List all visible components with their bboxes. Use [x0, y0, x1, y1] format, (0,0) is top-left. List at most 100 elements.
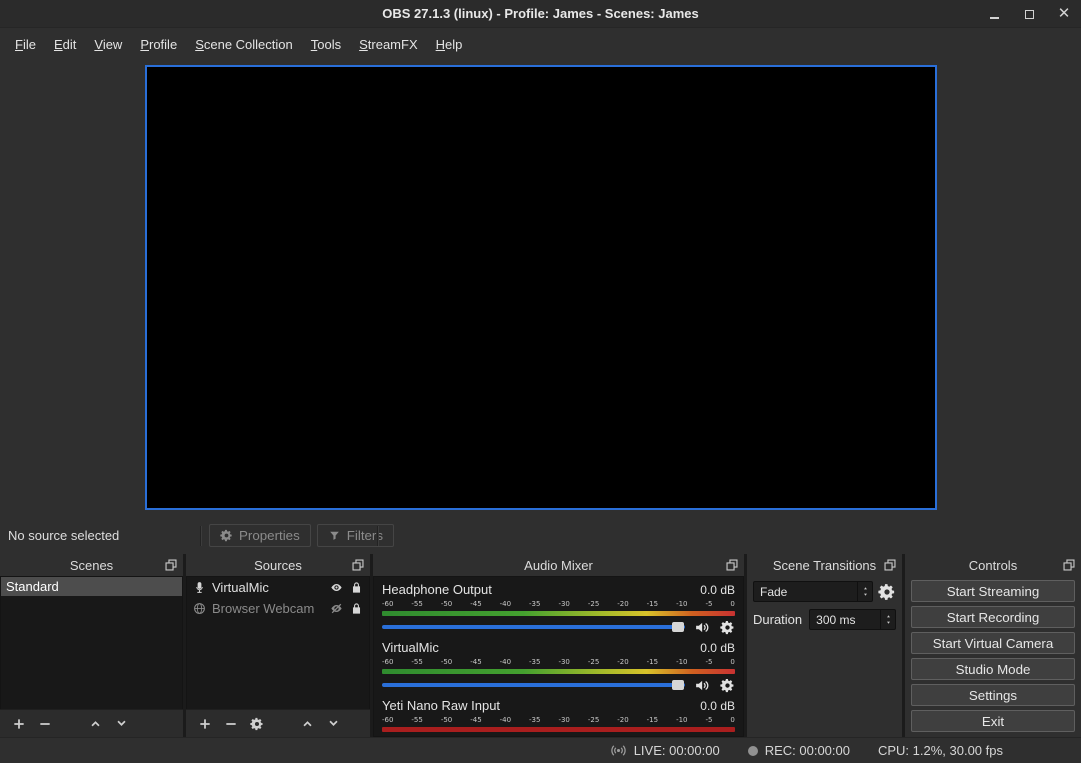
volume-meter	[382, 611, 735, 616]
remove-scene-button[interactable]	[37, 716, 52, 731]
popout-icon[interactable]	[1062, 558, 1076, 572]
studio-mode-button[interactable]: Studio Mode	[911, 658, 1075, 680]
speaker-icon[interactable]	[694, 677, 711, 694]
volume-slider-handle[interactable]	[672, 622, 684, 632]
source-name: Browser Webcam	[212, 601, 324, 616]
menu-scene-collection[interactable]: Scene Collection	[186, 33, 302, 56]
filter-icon	[328, 529, 341, 542]
rec-time-label: REC: 00:00:00	[765, 743, 850, 758]
popout-icon[interactable]	[725, 558, 739, 572]
meter-scale-label: -40	[500, 658, 511, 667]
duration-label: Duration	[753, 612, 802, 627]
minus-icon	[224, 717, 238, 731]
gear-icon	[250, 717, 264, 731]
meter-scale-label: -45	[470, 658, 481, 667]
lock-icon[interactable]	[350, 602, 363, 615]
gear-icon[interactable]	[720, 620, 735, 635]
dock-area: Scenes Standard Sources VirtualMic	[0, 554, 1081, 737]
minus-icon	[38, 717, 52, 731]
meter-scale-label: -20	[617, 716, 628, 725]
channel-level-label: 0.0 dB	[700, 641, 735, 655]
gear-icon	[220, 529, 233, 542]
meter-scale-label: -5	[705, 600, 712, 609]
meter-scale-label: -10	[676, 716, 687, 725]
chevron-down-icon	[327, 717, 340, 730]
visibility-eye-icon[interactable]	[330, 581, 343, 594]
source-move-down-button[interactable]	[326, 716, 341, 731]
properties-button[interactable]: Properties	[209, 524, 311, 547]
gear-icon[interactable]	[720, 678, 735, 693]
menu-streamfx[interactable]: StreamFX	[350, 33, 427, 56]
start-recording-button[interactable]: Start Recording	[911, 606, 1075, 628]
chevron-up-icon	[301, 717, 314, 730]
audio-mixer-dock: Audio Mixer Headphone Output 0.0 dB -60-…	[373, 554, 744, 737]
source-item-virtualmic[interactable]: VirtualMic	[187, 577, 369, 598]
settings-button[interactable]: Settings	[911, 684, 1075, 706]
properties-label: Properties	[239, 528, 300, 543]
popout-icon[interactable]	[164, 558, 178, 572]
add-source-button[interactable]	[197, 716, 212, 731]
popout-icon[interactable]	[883, 558, 897, 572]
chevron-down-icon	[115, 717, 128, 730]
volume-meter	[382, 727, 735, 732]
maximize-button[interactable]	[1022, 7, 1036, 21]
mixer-channel-virtualmic: VirtualMic 0.0 dB -60-55-50-45-40-35-30-…	[382, 641, 735, 693]
remove-source-button[interactable]	[223, 716, 238, 731]
source-properties-button[interactable]	[249, 716, 264, 731]
volume-slider[interactable]	[382, 683, 685, 687]
filters-button[interactable]: Filters	[317, 524, 394, 547]
cpu-status: CPU: 1.2%, 30.00 fps	[878, 743, 1003, 758]
menu-bar: File Edit View Profile Scene Collection …	[0, 29, 1081, 59]
meter-scale-label: -50	[441, 658, 452, 667]
meter-scale-label: -50	[441, 600, 452, 609]
visibility-eye-slash-icon[interactable]	[330, 602, 343, 615]
toolbar-separator	[200, 526, 201, 546]
scenes-dock-header: Scenes	[0, 554, 183, 576]
speaker-icon[interactable]	[694, 619, 711, 636]
broadcast-icon	[610, 742, 627, 759]
close-icon: ✕	[1058, 7, 1071, 21]
menu-edit[interactable]: Edit	[45, 33, 85, 56]
spinbox-arrows[interactable]	[880, 610, 895, 629]
combo-arrows[interactable]	[857, 582, 872, 601]
exit-button[interactable]: Exit	[911, 710, 1075, 732]
add-scene-button[interactable]	[11, 716, 26, 731]
source-item-browser-webcam[interactable]: Browser Webcam	[187, 598, 369, 619]
meter-scale-label: -30	[558, 600, 569, 609]
transition-select[interactable]: Fade	[753, 581, 873, 602]
menu-profile[interactable]: Profile	[131, 33, 186, 56]
transition-properties-gear-icon[interactable]	[878, 583, 896, 601]
meter-scale-label: -10	[676, 658, 687, 667]
arrow-up-icon	[885, 614, 892, 619]
duration-spinbox[interactable]: 300 ms	[809, 609, 896, 630]
scenes-list: Standard	[0, 576, 183, 709]
close-button[interactable]: ✕	[1057, 7, 1071, 21]
volume-slider-handle[interactable]	[672, 680, 684, 690]
minimize-button[interactable]	[987, 7, 1001, 21]
scene-move-down-button[interactable]	[114, 716, 129, 731]
minimize-icon	[990, 17, 999, 19]
preview-canvas[interactable]	[145, 65, 937, 510]
menu-view[interactable]: View	[85, 33, 131, 56]
meter-scale-label: -55	[411, 600, 422, 609]
scene-item-standard[interactable]: Standard	[1, 577, 182, 596]
meter-scale-label: -30	[558, 716, 569, 725]
start-virtual-camera-button[interactable]: Start Virtual Camera	[911, 632, 1075, 654]
audio-mixer-dock-title: Audio Mixer	[524, 558, 593, 573]
controls-body: Start Streaming Start Recording Start Vi…	[905, 576, 1081, 737]
lock-icon[interactable]	[350, 581, 363, 594]
live-time-label: LIVE: 00:00:00	[634, 743, 720, 758]
start-streaming-button[interactable]: Start Streaming	[911, 580, 1075, 602]
transition-selected-value: Fade	[760, 585, 787, 599]
popout-icon[interactable]	[351, 558, 365, 572]
volume-slider[interactable]	[382, 625, 685, 629]
source-move-up-button[interactable]	[300, 716, 315, 731]
plus-icon	[12, 717, 26, 731]
menu-file[interactable]: File	[6, 33, 45, 56]
plus-icon	[198, 717, 212, 731]
meter-scale-label: -5	[705, 716, 712, 725]
channel-name: VirtualMic	[382, 641, 439, 655]
scene-move-up-button[interactable]	[88, 716, 103, 731]
menu-help[interactable]: Help	[427, 33, 472, 56]
menu-tools[interactable]: Tools	[302, 33, 350, 56]
